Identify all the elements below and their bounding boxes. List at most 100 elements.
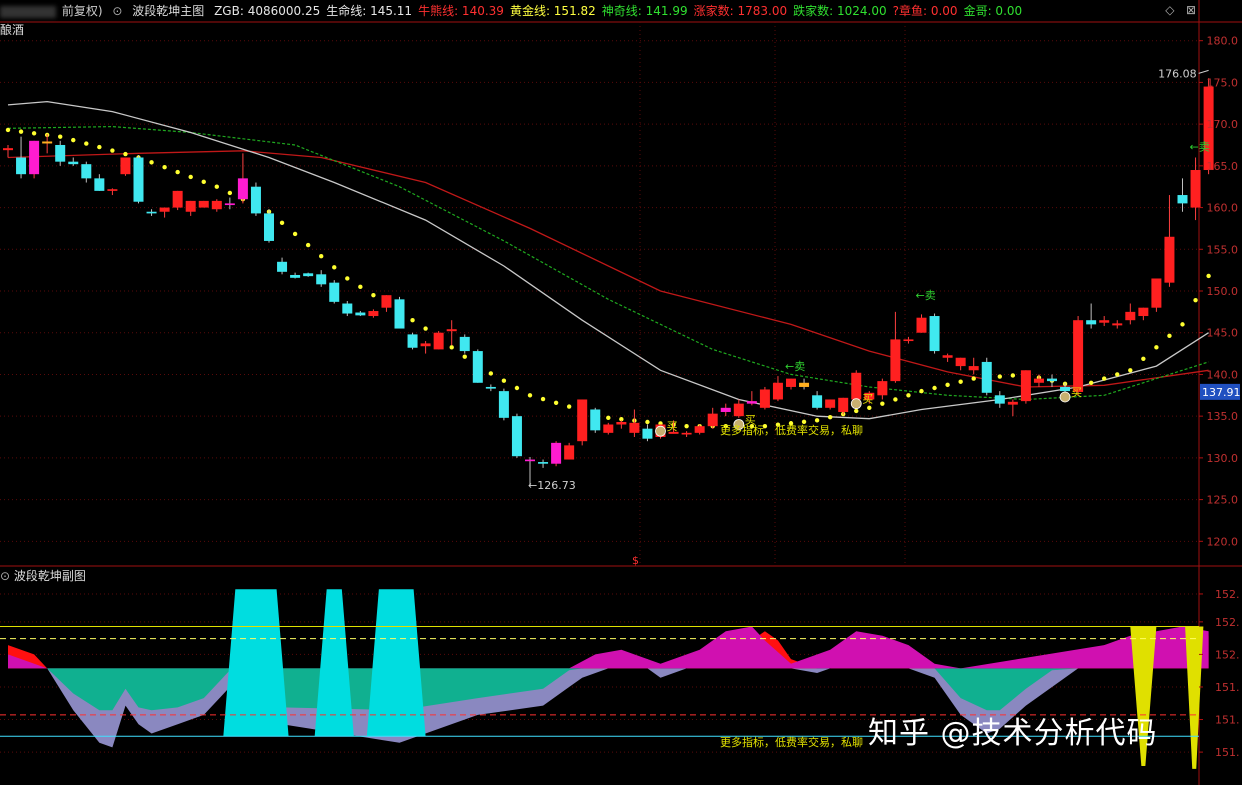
- yellow-spike: [1185, 626, 1204, 769]
- candle-body: [616, 421, 627, 425]
- candle-body: [485, 386, 496, 389]
- header-stat: 跌家数: 1024.00: [793, 4, 887, 18]
- candle-body: [1033, 378, 1044, 383]
- low-price-label: ←126.73: [528, 479, 576, 492]
- candle-body: [642, 428, 653, 439]
- sub-indicator-icon[interactable]: ⊙: [0, 569, 10, 583]
- golden-line-dot: [514, 385, 520, 391]
- candle-body: [942, 355, 953, 358]
- sell-signal-label: ←卖: [1190, 141, 1210, 154]
- golden-line-dot: [97, 144, 102, 150]
- candle-body: [799, 382, 810, 387]
- candle-body: [81, 164, 92, 179]
- golden-line-dot: [1193, 297, 1198, 303]
- y-tick-label: 120.0: [1207, 535, 1239, 548]
- header-stat: ?章鱼: 0.00: [892, 4, 958, 18]
- golden-line-dot: [971, 376, 976, 381]
- candle-body: [590, 409, 601, 431]
- y-tick-label: 180.0: [1207, 35, 1239, 48]
- chart-canvas: ←126.73176.08←卖←卖←卖买买买买更多指标，低费率交易，私聊$ 更多…: [0, 0, 1242, 785]
- golden-line-dot: [71, 137, 76, 143]
- buy-signal-label: 买: [1071, 386, 1082, 399]
- candle-body: [329, 282, 340, 302]
- sell-signal-label: ←卖: [785, 360, 805, 373]
- candle-body: [211, 200, 222, 210]
- candle-body: [1086, 320, 1097, 325]
- y-tick-label: 160.0: [1207, 202, 1239, 215]
- golden-line-dot: [880, 401, 885, 406]
- header-stat: 生命线: 145.11: [326, 4, 413, 18]
- buy-signal-label: 买: [667, 420, 678, 433]
- sector-label: 酿酒: [0, 23, 25, 37]
- y-tick-label: 165.0: [1207, 160, 1239, 173]
- golden-line-dot: [1088, 380, 1094, 385]
- candle-body: [577, 399, 588, 442]
- candle-body: [107, 189, 118, 191]
- candle-body: [68, 161, 79, 165]
- money-bag-icon: [1059, 391, 1071, 403]
- watermark: 知乎 @技术分析代码: [868, 716, 1158, 751]
- golden-line-dot: [501, 378, 507, 383]
- candle-body: [29, 140, 40, 175]
- candle-body: [1073, 320, 1084, 392]
- area-magenta: [8, 626, 1209, 669]
- candle-body: [877, 381, 888, 396]
- high-price-pointer: [1198, 69, 1209, 74]
- header-stat: 涨家数: 1783.00: [693, 4, 788, 18]
- restore-mode[interactable]: 前复权): [62, 4, 103, 18]
- candle-body: [629, 422, 640, 433]
- candle-body: [538, 462, 549, 464]
- candle-body: [1007, 401, 1018, 405]
- y-tick-label: 145.0: [1207, 327, 1239, 340]
- window-controls: ◇ ⊠: [1165, 3, 1196, 17]
- candle-body: [498, 391, 509, 418]
- golden-line-dot: [684, 423, 689, 429]
- golden-line-dot: [1102, 376, 1107, 381]
- candle-body: [955, 357, 966, 367]
- candle-body: [1060, 386, 1071, 392]
- money-bag-icon: [655, 425, 666, 437]
- main-ad-text: 更多指标，低费率交易，私聊: [720, 423, 863, 437]
- candle-body: [851, 372, 862, 400]
- golden-line-dot: [5, 127, 11, 133]
- diamond-icon[interactable]: ◇: [1165, 3, 1174, 17]
- golden-line-dot: [58, 134, 63, 139]
- candle-body: [1190, 170, 1201, 208]
- sub-y-tick-label: 151.: [1215, 746, 1240, 759]
- golden-line-dot: [123, 151, 128, 157]
- candle-body: [368, 311, 379, 317]
- candle-body: [133, 157, 144, 202]
- golden-line-dot: [1115, 372, 1120, 377]
- cyan-spike: [314, 589, 354, 737]
- sub-y-tick-label: 152.: [1215, 588, 1240, 601]
- sub-indicator-name[interactable]: 波段乾坤副图: [14, 569, 86, 583]
- golden-line-dot: [958, 379, 963, 384]
- candle-body: [1151, 278, 1162, 308]
- header-stats: ZGB: 4086000.25 生命线: 145.11 牛熊线: 140.39 黄金线…: [214, 4, 1028, 18]
- close-icon[interactable]: ⊠: [1186, 3, 1196, 17]
- candle-body: [120, 157, 131, 175]
- y-tick-label: 130.0: [1207, 452, 1239, 465]
- indicator-dropdown-icon[interactable]: ⊙: [112, 4, 122, 18]
- golden-line-dot: [162, 165, 167, 170]
- candle-body: [264, 213, 274, 241]
- candle-body: [16, 157, 27, 175]
- sub-ad-text: 更多指标，低费率交易，私聊: [720, 735, 863, 749]
- candle-body: [1047, 378, 1057, 382]
- y-tick-label: 155.0: [1207, 243, 1239, 256]
- candle-body: [407, 334, 418, 348]
- sub-y-tick-label: 152.: [1215, 616, 1240, 629]
- golden-line-dot: [462, 354, 467, 359]
- golden-line-dot: [527, 393, 533, 398]
- candle-body: [159, 207, 170, 212]
- candle-body: [1164, 236, 1175, 283]
- indicator-name[interactable]: 波段乾坤主图: [132, 4, 204, 18]
- header-stat: 黄金线: 151.82: [509, 4, 596, 18]
- y-tick-label: 125.0: [1207, 494, 1239, 507]
- golden-line-dot: [997, 374, 1002, 379]
- candle-body: [786, 378, 796, 387]
- golden-line-dot: [305, 242, 311, 248]
- candle-body: [981, 361, 992, 393]
- golden-line-dot: [893, 397, 898, 402]
- golden-line-dot: [854, 408, 859, 414]
